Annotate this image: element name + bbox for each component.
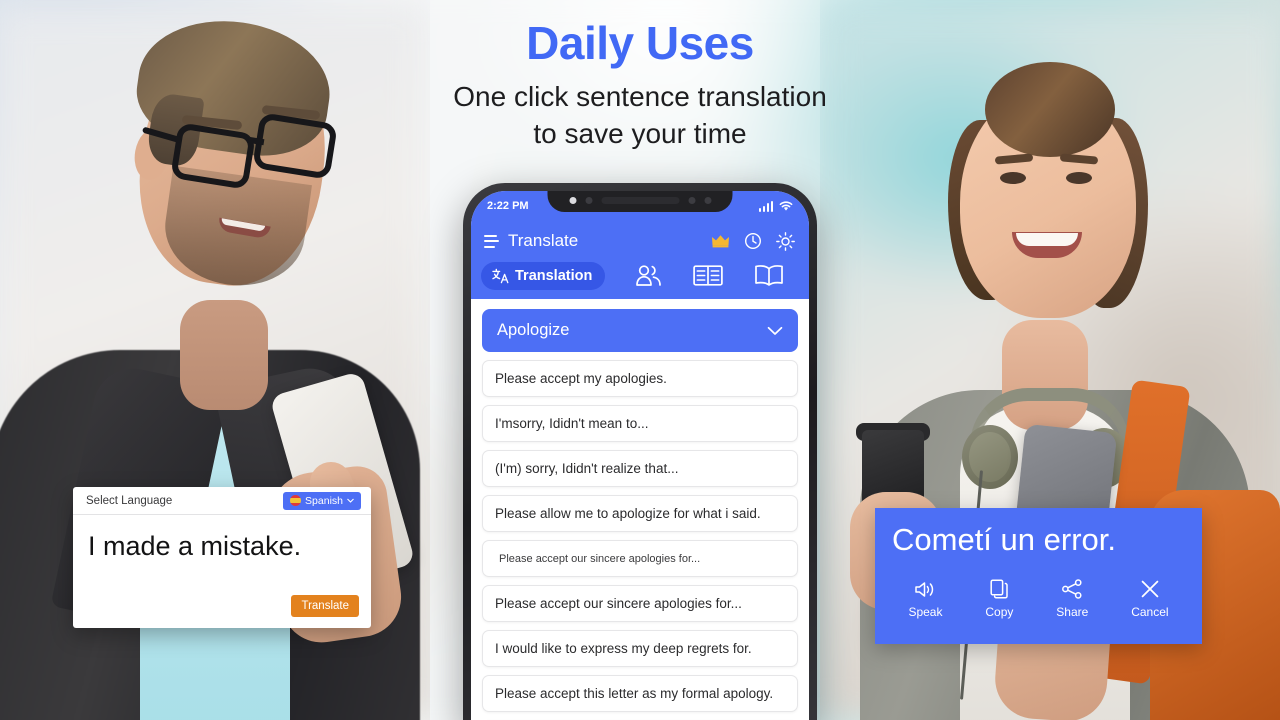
caret-down-icon [347,498,354,503]
phrase-text: (I'm) sorry, Ididn't realize that... [495,461,679,476]
speak-button[interactable]: Speak [908,578,942,619]
copy-button[interactable]: Copy [985,578,1013,619]
phone-mockup: 2:22 PM Translate Translation Apologize … [463,183,817,720]
app-title: Translate [508,231,579,250]
hamburger-menu-icon[interactable] [484,234,499,248]
woman-eye-right [1066,172,1092,184]
source-text-input[interactable]: I made a mistake. [73,515,371,562]
language-name: Spanish [305,494,343,507]
front-camera-icon [569,196,576,204]
subtitle-line-2: to save your time [533,118,747,150]
translate-icon [492,268,509,284]
list-item[interactable]: I'msorry, Ididn't mean to... [482,405,798,442]
list-item[interactable]: Please accept this letter as my formal a… [482,675,798,712]
phrase-text: Please accept our sincere apologies for.… [495,596,742,611]
status-bar: 2:22 PM [471,191,809,221]
headline-block: Daily Uses One click sentence translatio… [360,17,920,154]
phrase-text: Please allow me to apologize for what i … [495,506,761,521]
sensor-dot-icon [585,196,592,204]
woman-headphone-cup-left [962,425,1018,489]
category-dropdown-value: Apologize [497,321,570,339]
sensor-dot-icon [688,196,695,204]
copy-label: Copy [985,605,1014,619]
share-nodes-icon [1061,578,1083,600]
phrase-text: Please accept this letter as my formal a… [495,686,774,701]
earpiece-speaker-icon [601,196,679,204]
close-x-icon [1140,578,1160,600]
signal-bars-icon [758,200,773,212]
man-glasses-lens-left [170,122,256,190]
page-subtitle: One click sentence translation to save y… [360,78,920,154]
page-title: Daily Uses [526,17,754,69]
list-item[interactable]: Please accept my apologies. [482,360,798,397]
result-action-bar: Speak Copy Share Cancel [875,578,1202,619]
select-language-card: Select Language Spanish I made a mistake… [73,487,371,628]
status-bar-time: 2:22 PM [487,200,529,212]
man-neck [180,300,268,410]
status-bar-indicators [758,200,794,212]
translate-button[interactable]: Translate [291,595,359,617]
app-header-actions [711,231,795,251]
cancel-label: Cancel [1131,605,1169,619]
list-item[interactable]: (I'm) sorry, Ididn't realize that... [482,450,798,487]
share-label: Share [1056,605,1089,619]
phrase-text: I'msorry, Ididn't mean to... [495,416,649,431]
select-language-label: Select Language [86,494,173,507]
crown-icon[interactable] [711,234,730,248]
phone-screen: 2:22 PM Translate Translation Apologize … [471,191,809,720]
speak-label: Speak [908,605,943,619]
speaker-volume-icon [914,578,936,600]
history-clock-icon[interactable] [744,232,762,250]
man-glasses-lens-right [252,112,338,180]
wifi-icon [779,201,793,212]
subtitle-line-1: One click sentence translation [453,80,827,112]
phrase-text: Please accept our sincere apologies for.… [499,552,701,565]
list-item[interactable]: Please accept our sincere apologies for.… [482,540,798,577]
woman-eye-left [1000,172,1026,184]
list-item[interactable]: Please allow me to apologize for what i … [482,495,798,532]
two-column-document-icon[interactable] [692,264,723,287]
phrase-text: Please accept my apologies. [495,371,667,386]
cancel-button[interactable]: Cancel [1131,578,1169,619]
chevron-down-icon [767,326,783,336]
translated-text: Cometí un error. [892,522,1116,557]
phrase-list-area[interactable]: Apologize Please accept my apologies. I'… [471,299,809,720]
phone-notch [547,191,733,212]
translation-result-card: Cometí un error. Speak Copy Share Cancel [875,508,1202,644]
list-item[interactable]: Please accept our sincere apologies for.… [482,585,798,622]
category-dropdown[interactable]: Apologize [482,309,798,352]
spain-flag-icon [290,495,302,506]
open-book-icon[interactable] [754,264,784,287]
sensor-dot-icon [704,196,711,204]
tab-translation-label: Translation [515,267,593,284]
phrase-text: I would like to express my deep regrets … [495,641,752,656]
people-group-icon[interactable] [635,264,662,287]
app-header-left: Translate [484,231,578,251]
tab-icon-group [605,264,799,287]
copy-pages-icon [990,578,1009,600]
woman-teeth [1016,233,1078,246]
tab-bar: Translation [471,257,809,299]
language-selector-badge[interactable]: Spanish [283,491,361,510]
share-button[interactable]: Share [1056,578,1088,619]
brightness-sun-icon[interactable] [776,231,795,251]
app-header: Translate [471,221,809,257]
tab-translation[interactable]: Translation [481,261,606,290]
select-language-card-header: Select Language Spanish [73,487,371,515]
woman-hair-bun [985,62,1115,157]
list-item[interactable]: I would like to express my deep regrets … [482,630,798,667]
